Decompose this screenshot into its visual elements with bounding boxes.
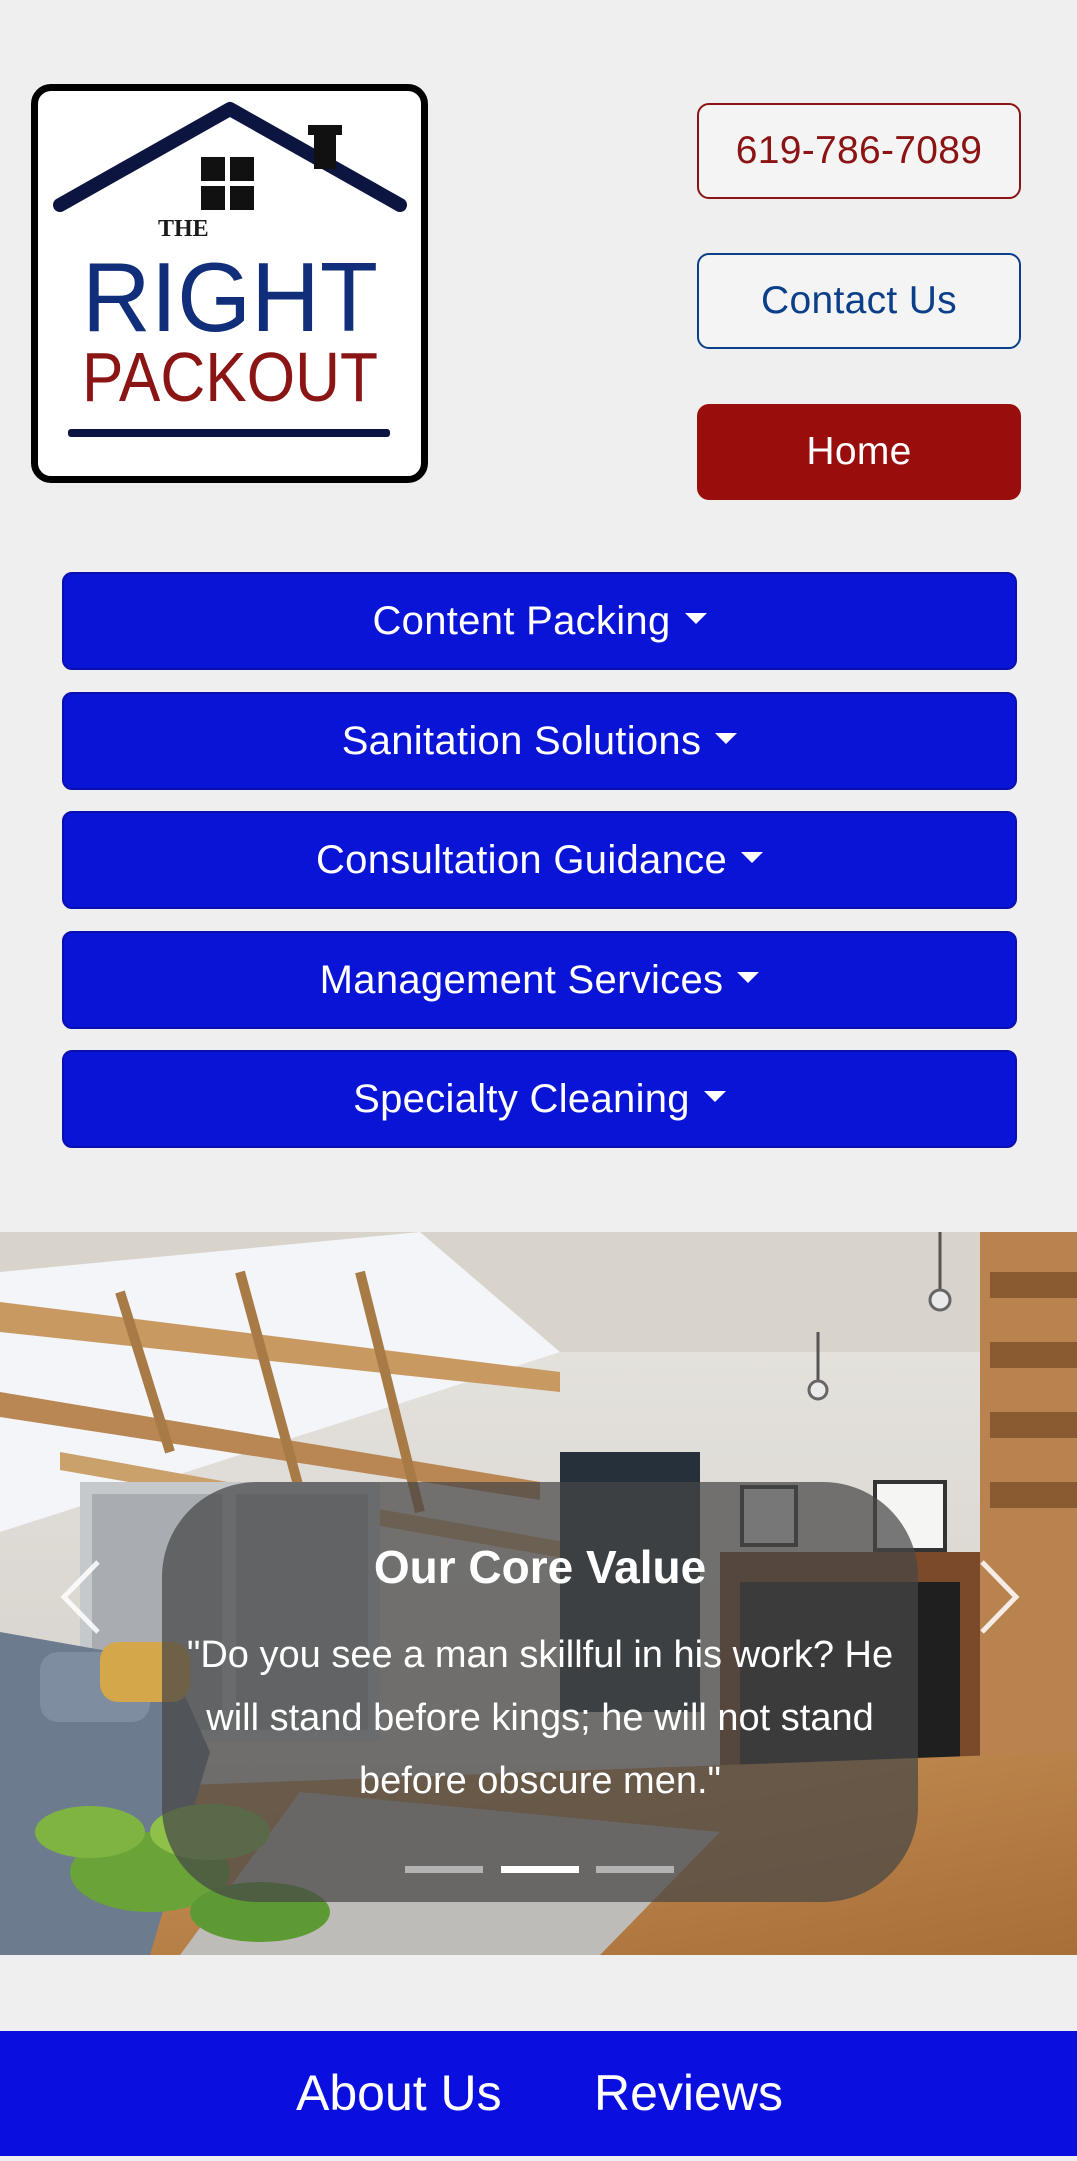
- chevron-left-icon: [60, 1560, 100, 1634]
- nav-label: Management Services: [319, 957, 724, 1002]
- company-logo[interactable]: THE RIGHT PACKOUT: [31, 84, 428, 483]
- nav-label: Content Packing: [372, 598, 671, 643]
- carousel-next-button[interactable]: [958, 1542, 1038, 1652]
- carousel-caption: Our Core Value "Do you see a man skillfu…: [162, 1482, 918, 1902]
- nav-specialty-cleaning-dropdown[interactable]: Specialty Cleaning: [62, 1050, 1017, 1148]
- nav-management-services-dropdown[interactable]: Management Services: [62, 931, 1017, 1029]
- carousel-indicator-2[interactable]: [501, 1866, 579, 1873]
- carousel-indicator-3[interactable]: [596, 1866, 674, 1873]
- carousel-prev-button[interactable]: [42, 1542, 122, 1652]
- about-us-link[interactable]: About Us: [296, 2031, 502, 2156]
- nav-sanitation-solutions-dropdown[interactable]: Sanitation Solutions: [62, 692, 1017, 790]
- nav-label: Consultation Guidance: [315, 837, 727, 882]
- nav-consultation-guidance-dropdown[interactable]: Consultation Guidance: [62, 811, 1017, 909]
- hero-carousel[interactable]: Our Core Value "Do you see a man skillfu…: [0, 1232, 1077, 1955]
- chevron-right-icon: [980, 1560, 1020, 1634]
- reviews-link[interactable]: Reviews: [594, 2031, 783, 2156]
- contact-us-button[interactable]: Contact Us: [697, 253, 1021, 349]
- carousel-indicator-1[interactable]: [405, 1866, 483, 1873]
- caret-down-icon: [703, 1090, 726, 1102]
- nav-label: Specialty Cleaning: [353, 1076, 690, 1121]
- logo-text-right: RIGHT: [82, 242, 378, 352]
- logo-text-packout: PACKOUT: [82, 338, 378, 416]
- nav-content-packing-dropdown[interactable]: Content Packing: [62, 572, 1017, 670]
- bottom-nav-bar: About Us Reviews: [0, 2031, 1077, 2156]
- caption-quote: "Do you see a man skillful in his work? …: [186, 1634, 894, 1802]
- caret-down-icon: [715, 732, 738, 744]
- caret-down-icon: [737, 971, 760, 983]
- home-button[interactable]: Home: [697, 404, 1021, 500]
- caption-title: Our Core Value: [373, 1541, 707, 1593]
- logo-text-the: THE: [158, 216, 209, 242]
- caret-down-icon: [741, 851, 763, 863]
- phone-button[interactable]: 619-786-7089: [697, 103, 1021, 199]
- caret-down-icon: [684, 612, 707, 624]
- nav-label: Sanitation Solutions: [341, 718, 702, 763]
